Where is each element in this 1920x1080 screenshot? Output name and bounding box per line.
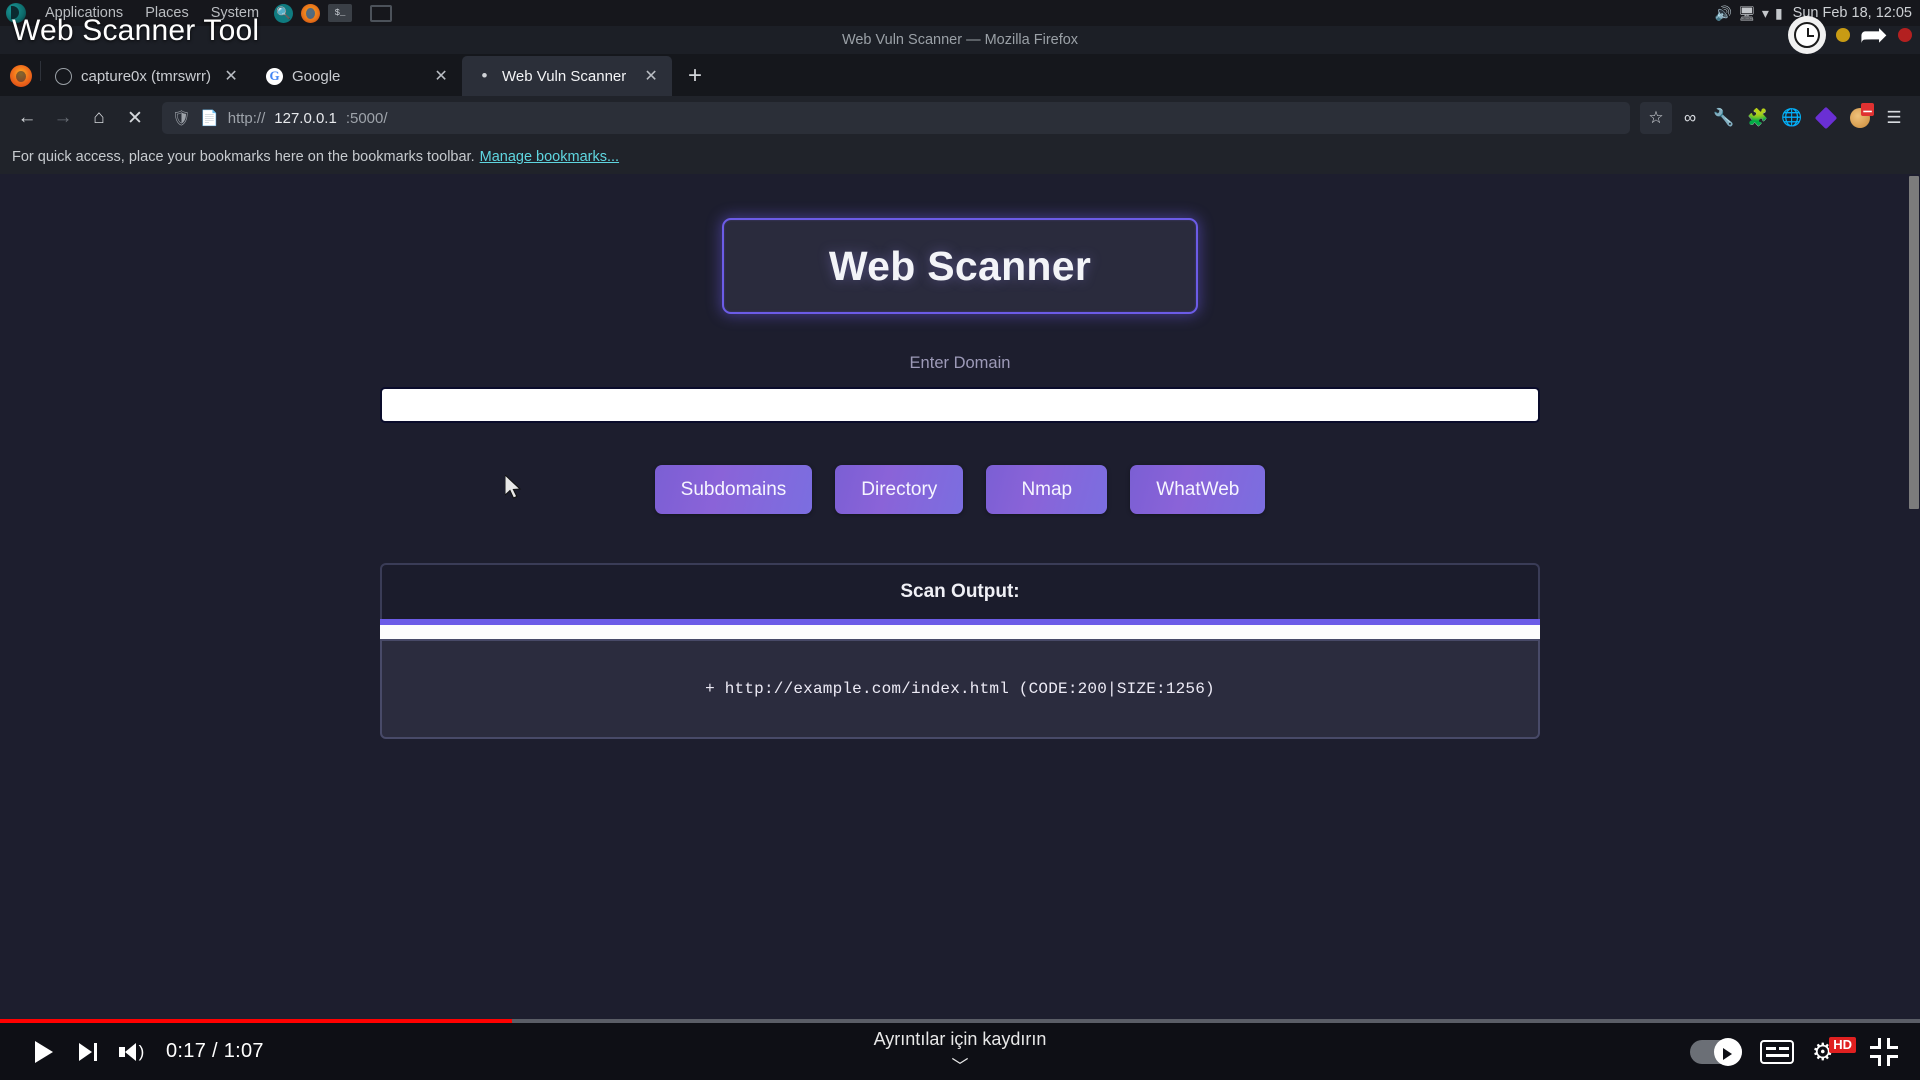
container-globe-icon[interactable]: 🌐 bbox=[1776, 102, 1808, 134]
google-icon: G bbox=[266, 67, 284, 85]
scan-action-row: Subdomains Directory Nmap WhatWeb bbox=[380, 465, 1540, 514]
tab-title: capture0x (tmrswrr) bbox=[81, 67, 212, 85]
domain-input[interactable] bbox=[380, 387, 1540, 423]
extensions-puzzle-icon[interactable]: 🧩 bbox=[1742, 102, 1774, 134]
terminal-icon[interactable]: $_ bbox=[328, 4, 353, 22]
url-host: 127.0.0.1 bbox=[274, 109, 337, 127]
gnome-top-panel: Applications Places System 🔍 $_ 🔊 🖥 ▾ ▮ … bbox=[0, 0, 1920, 26]
scan-output-body[interactable]: + http://example.com/index.html (CODE:20… bbox=[380, 639, 1540, 739]
search-icon[interactable]: 🔍 bbox=[274, 3, 294, 23]
video-overlay-title: Web Scanner Tool bbox=[12, 14, 260, 47]
tab-web-vuln-scanner[interactable]: • Web Vuln Scanner ✕ bbox=[462, 56, 673, 96]
close-icon[interactable]: ✕ bbox=[220, 65, 242, 87]
video-player-bar: Ayrıntılar için kaydırın ﹀ ) 0:17 / 1:07… bbox=[0, 1019, 1920, 1080]
scan-output-panel: Scan Output: + http://example.com/index.… bbox=[380, 563, 1540, 739]
app-title-box: Web Scanner bbox=[722, 218, 1198, 314]
page-title: Web Scanner bbox=[828, 242, 1092, 289]
domain-input-label: Enter Domain bbox=[909, 354, 1011, 372]
tab-title: Web Vuln Scanner bbox=[502, 67, 627, 85]
loading-dot-icon: • bbox=[481, 66, 488, 85]
manage-bookmarks-link[interactable]: Manage bookmarks... bbox=[480, 149, 619, 165]
whatweb-button[interactable]: WhatWeb bbox=[1130, 465, 1266, 514]
player-right-controls: ⚙ HD bbox=[1690, 1036, 1898, 1067]
devtools-wrench-icon[interactable]: 🔧 bbox=[1708, 102, 1740, 134]
overlay-dot-yellow bbox=[1835, 28, 1850, 42]
clock-icon[interactable] bbox=[1787, 16, 1826, 54]
navigation-toolbar: ← → ⌂ ✕ 🛡 📄 http:// 127.0.0.1 :5000/ ☆ ∞ 🔧… bbox=[0, 96, 1920, 140]
play-icon[interactable] bbox=[22, 1030, 66, 1074]
firefox-logo-icon bbox=[10, 65, 32, 87]
bookmark-star-icon[interactable]: ☆ bbox=[1640, 102, 1672, 134]
home-icon[interactable]: ⌂ bbox=[82, 102, 116, 134]
page-viewport: Web Scanner Enter Domain Subdomains Dire… bbox=[0, 174, 1920, 1019]
captions-icon[interactable] bbox=[1760, 1039, 1794, 1064]
video-overlay-actions: ➦ bbox=[1787, 16, 1912, 54]
page-icon[interactable]: 📄 bbox=[200, 109, 219, 127]
volume-icon[interactable]: 🔊 bbox=[1715, 5, 1732, 22]
tab-strip: capture0x (tmrswrr) ✕ G Google ✕ • Web V… bbox=[0, 54, 1920, 96]
app-menu-icon[interactable]: ☰ bbox=[1878, 102, 1910, 134]
subdomains-button[interactable]: Subdomains bbox=[654, 465, 813, 514]
directory-button[interactable]: Directory bbox=[835, 465, 964, 514]
shield-icon[interactable]: 🛡 bbox=[172, 109, 191, 127]
stop-loading-icon[interactable]: ✕ bbox=[118, 102, 152, 134]
bookmarks-hint: For quick access, place your bookmarks h… bbox=[12, 149, 475, 165]
new-tab-button[interactable]: + bbox=[680, 61, 710, 91]
screenshot-icon[interactable] bbox=[370, 4, 393, 22]
forward-icon[interactable]: → bbox=[46, 102, 80, 134]
bookmarks-toolbar: For quick access, place your bookmarks h… bbox=[0, 140, 1920, 174]
page-scrollbar[interactable] bbox=[1908, 174, 1920, 1019]
tab-google[interactable]: G Google ✕ bbox=[252, 56, 462, 96]
firefox-window-title: Web Vuln Scanner — Mozilla Firefox bbox=[0, 26, 1920, 54]
overlay-dot-red bbox=[1898, 28, 1912, 42]
app-container: Web Scanner Enter Domain Subdomains Dire… bbox=[380, 174, 1540, 739]
wifi-icon[interactable]: ▾ bbox=[1762, 5, 1769, 22]
close-icon[interactable]: ✕ bbox=[640, 65, 662, 87]
url-path: :5000/ bbox=[345, 109, 388, 127]
close-icon[interactable]: ✕ bbox=[430, 65, 452, 87]
back-icon[interactable]: ← bbox=[10, 102, 44, 134]
battery-icon[interactable]: ▮ bbox=[1775, 5, 1783, 22]
tab-title: Google bbox=[292, 67, 341, 85]
tab-capture0x[interactable]: capture0x (tmrswrr) ✕ bbox=[41, 56, 252, 96]
scrollbar-thumb[interactable] bbox=[1909, 176, 1919, 509]
address-bar[interactable]: 🛡 📄 http:// 127.0.0.1 :5000/ bbox=[162, 102, 1630, 134]
firefox-icon[interactable] bbox=[301, 3, 321, 23]
quality-badge: HD bbox=[1829, 1036, 1856, 1053]
share-arrow-icon[interactable]: ➦ bbox=[1860, 18, 1889, 52]
next-icon[interactable] bbox=[66, 1030, 110, 1074]
scan-output-line: + http://example.com/index.html (CODE:20… bbox=[705, 680, 1215, 698]
output-white-strip bbox=[380, 625, 1540, 639]
scan-output-heading: Scan Output: bbox=[380, 563, 1540, 619]
collapse-icon[interactable] bbox=[1870, 1037, 1898, 1066]
settings-gear-icon[interactable]: ⚙ HD bbox=[1812, 1036, 1856, 1067]
mouse-cursor bbox=[505, 475, 522, 499]
purple-extension-icon[interactable] bbox=[1810, 102, 1842, 134]
player-time: 0:17 / 1:07 bbox=[166, 1040, 264, 1062]
autoplay-toggle[interactable] bbox=[1690, 1037, 1742, 1066]
player-controls: ) 0:17 / 1:07 ⚙ HD bbox=[0, 1023, 1920, 1080]
password-manager-icon[interactable]: ∞ bbox=[1674, 102, 1706, 134]
ghost-icon bbox=[55, 67, 72, 85]
avatar-extension-icon[interactable]: ⚊ bbox=[1844, 102, 1876, 134]
screen-root: Applications Places System 🔍 $_ 🔊 🖥 ▾ ▮ … bbox=[0, 0, 1920, 1080]
nmap-button[interactable]: Nmap bbox=[986, 465, 1108, 514]
url-scheme: http:// bbox=[227, 109, 266, 127]
recording-icon[interactable]: 🖥 bbox=[1738, 5, 1756, 22]
volume-icon[interactable]: ) bbox=[110, 1030, 154, 1074]
